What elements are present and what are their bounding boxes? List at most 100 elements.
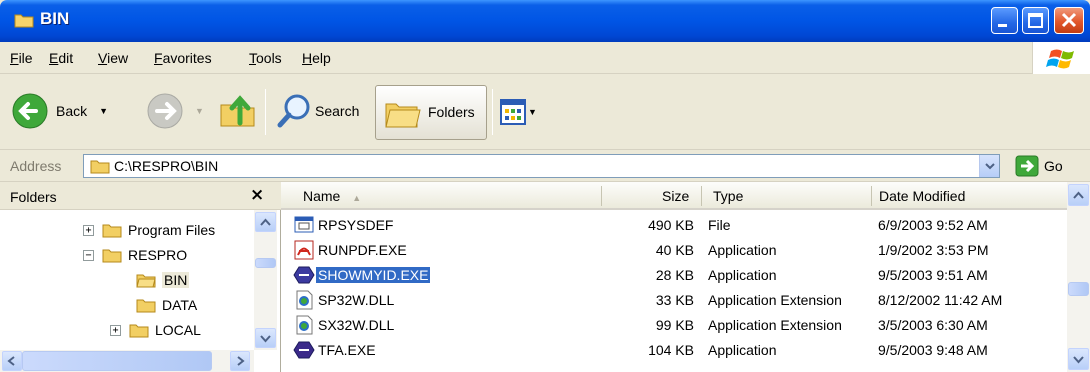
file-row[interactable]: TFA.EXE 104 KB Application 9/5/2003 9:48…: [281, 338, 1067, 363]
menu-edit[interactable]: Edit: [49, 50, 73, 66]
chevron-down-icon: [985, 163, 995, 170]
chevron-up-icon: [260, 218, 271, 226]
column-divider[interactable]: [601, 186, 602, 206]
tree-item-respro[interactable]: − RESPRO: [83, 243, 187, 267]
back-button[interactable]: Back ▼: [10, 91, 108, 131]
scroll-down-button[interactable]: [255, 328, 276, 348]
views-icon: [500, 99, 526, 125]
scroll-thumb[interactable]: [22, 351, 212, 371]
scroll-right-button[interactable]: [230, 351, 250, 371]
views-dropdown-icon[interactable]: ▼: [528, 107, 537, 117]
folders-horizontal-scrollbar[interactable]: [0, 350, 254, 372]
file-row[interactable]: SP32W.DLL 33 KB Application Extension 8/…: [281, 288, 1067, 313]
search-button[interactable]: Search: [275, 91, 359, 131]
address-field[interactable]: C:\RESPRO\BIN: [83, 154, 1000, 178]
file-row[interactable]: SHOWMYID.EXE 28 KB Application 9/5/2003 …: [281, 263, 1067, 288]
maximize-icon: [1028, 13, 1043, 28]
chevron-down-icon: [260, 335, 271, 343]
column-header-date[interactable]: Date Modified: [879, 188, 965, 204]
scroll-down-button[interactable]: [1068, 348, 1089, 370]
folder-icon: [90, 160, 110, 174]
folder-icon: [102, 224, 122, 238]
close-pane-icon[interactable]: ×: [250, 185, 264, 205]
file-row[interactable]: RUNPDF.EXE 40 KB Application 1/9/2002 3:…: [281, 238, 1067, 263]
chevron-left-icon: [7, 356, 15, 366]
scroll-up-button[interactable]: [1068, 184, 1089, 206]
toolbar-separator: [492, 89, 493, 135]
scroll-up-button[interactable]: [255, 212, 276, 232]
tree-item-label: DATA: [162, 297, 198, 313]
chevron-down-icon: [1073, 356, 1084, 364]
folder-icon: [129, 324, 149, 338]
menu-favorites[interactable]: Favorites: [154, 50, 212, 66]
scroll-left-button[interactable]: [2, 351, 22, 371]
column-divider[interactable]: [701, 186, 702, 206]
tree-item-data[interactable]: DATA: [136, 293, 197, 317]
explorer-window: BIN File Edit View Favorites Tools Help: [0, 0, 1090, 372]
maximize-button[interactable]: [1022, 7, 1049, 34]
folder-icon: [102, 249, 122, 263]
address-bar: Address C:\RESPRO\BIN Go: [0, 150, 1090, 182]
dll-icon: [296, 315, 313, 335]
tree-item-label: RESPRO: [128, 247, 188, 263]
dll-icon: [296, 290, 313, 310]
file-list: Name ▲ Size Type Date Modified RPSYSDEF …: [281, 182, 1090, 372]
minimize-button[interactable]: [991, 7, 1018, 34]
menu-file[interactable]: File: [10, 50, 33, 66]
column-header-name[interactable]: Name ▲: [303, 188, 361, 204]
forward-button[interactable]: ▼: [145, 91, 204, 131]
tree-item-label: BIN: [162, 272, 190, 288]
scroll-thumb[interactable]: [1068, 282, 1089, 296]
forward-dropdown-icon[interactable]: ▼: [195, 106, 204, 116]
expand-icon[interactable]: +: [83, 224, 94, 236]
menu-view[interactable]: View: [98, 50, 128, 66]
search-icon: [277, 94, 310, 128]
folders-button[interactable]: Folders: [375, 85, 487, 140]
go-button[interactable]: [1015, 155, 1039, 181]
folders-icon: [385, 103, 421, 128]
file-row[interactable]: RPSYSDEF 490 KB File 6/9/2003 9:52 AM: [281, 213, 1067, 238]
scroll-thumb[interactable]: [255, 258, 276, 268]
back-arrow-icon: [12, 93, 48, 129]
minimize-icon: [998, 24, 1007, 27]
expand-icon[interactable]: +: [110, 324, 121, 336]
folders-label: Folders: [428, 104, 475, 120]
windows-flag-icon: [1046, 49, 1074, 69]
up-folder-button[interactable]: [218, 91, 258, 131]
file-size: 99 KB: [655, 317, 694, 333]
file-date: 6/9/2003 9:52 AM: [878, 217, 988, 233]
collapse-icon[interactable]: −: [83, 249, 94, 261]
pdf-app-icon: [294, 240, 314, 260]
file-row[interactable]: SX32W.DLL 99 KB Application Extension 3/…: [281, 313, 1067, 338]
close-button[interactable]: [1054, 7, 1084, 34]
tree-item-program-files[interactable]: + Program Files: [83, 218, 215, 242]
menu-help[interactable]: Help: [302, 50, 331, 66]
file-list-vertical-scrollbar[interactable]: [1067, 182, 1090, 372]
column-header-size[interactable]: Size: [662, 188, 689, 204]
file-date: 9/5/2003 9:51 AM: [878, 267, 988, 283]
go-label[interactable]: Go: [1044, 158, 1063, 174]
file-date: 9/5/2003 9:48 AM: [878, 342, 988, 358]
back-dropdown-icon[interactable]: ▼: [99, 106, 108, 116]
file-type: Application: [708, 342, 777, 358]
column-header-label: Name: [303, 188, 341, 204]
window-title: BIN: [40, 9, 70, 28]
chevron-right-icon: [237, 356, 245, 366]
tree-item-bin[interactable]: BIN: [136, 268, 190, 292]
address-dropdown-button[interactable]: [979, 155, 999, 177]
folders-vertical-scrollbar[interactable]: [254, 210, 277, 350]
title-bar[interactable]: BIN: [0, 0, 1090, 42]
views-button[interactable]: ▼: [500, 99, 537, 125]
file-name: SP32W.DLL: [318, 292, 395, 308]
chevron-up-icon: [1073, 191, 1084, 199]
tree-item-local[interactable]: + LOCAL: [110, 318, 201, 342]
forward-arrow-icon: [147, 93, 183, 129]
column-header-type[interactable]: Type: [713, 188, 743, 204]
file-name: SHOWMYID.EXE: [316, 267, 431, 283]
file-size: 490 KB: [648, 217, 694, 233]
tree-item-label: LOCAL: [155, 322, 201, 338]
menu-tools[interactable]: Tools: [249, 50, 282, 66]
column-divider[interactable]: [871, 186, 872, 206]
file-size: 33 KB: [655, 292, 694, 308]
file-type: Application Extension: [708, 317, 842, 333]
